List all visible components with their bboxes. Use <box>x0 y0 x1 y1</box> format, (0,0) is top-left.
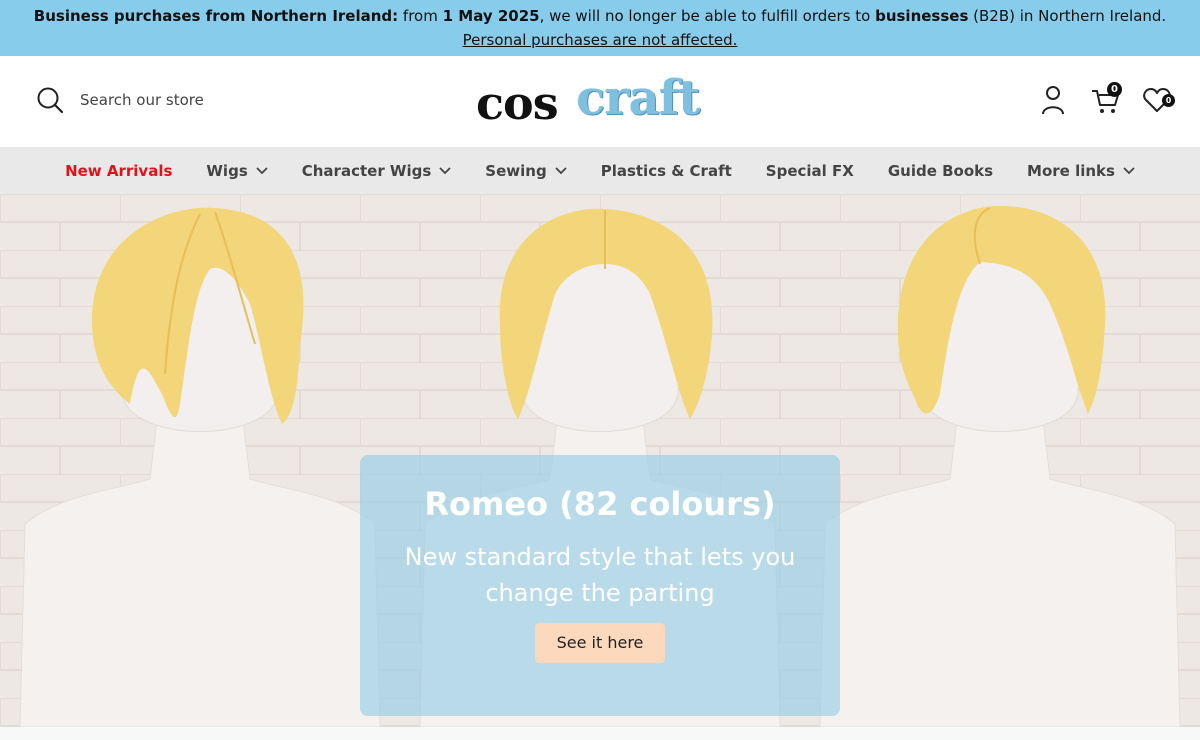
announcement-text-1: from <box>398 7 443 25</box>
header-icons: 0 0 <box>1016 82 1175 116</box>
chevron-down-icon <box>256 166 268 174</box>
wishlist-button[interactable]: 0 <box>1142 84 1175 116</box>
site-logo[interactable]: cos craft <box>476 70 726 132</box>
hero-banner[interactable]: Romeo (82 colours) New standard style th… <box>0 194 1200 727</box>
nav-sewing[interactable]: Sewing <box>485 161 567 180</box>
main-nav: New Arrivals Wigs Character Wigs Sewing … <box>0 147 1200 194</box>
logo-text-cos: cos <box>476 76 559 130</box>
nav-label: Plastics & Craft <box>600 161 732 180</box>
search-input[interactable]: Search our store <box>80 91 204 109</box>
see-it-here-button[interactable]: See it here <box>534 623 666 663</box>
nav-label: Wigs <box>206 161 248 180</box>
search-icon[interactable] <box>36 86 64 114</box>
chevron-down-icon <box>555 166 567 174</box>
nav-new-arrivals[interactable]: New Arrivals <box>65 162 172 180</box>
below-hero-strip <box>0 727 1200 740</box>
mannequin-wig-left <box>19 207 381 727</box>
nav-guide-books[interactable]: Guide Books <box>888 162 993 180</box>
announcement-date: 1 May 2025 <box>442 7 540 25</box>
nav-label: New Arrivals <box>65 161 173 180</box>
nav-character-wigs[interactable]: Character Wigs <box>302 162 452 180</box>
search-bar[interactable]: Search our store <box>36 86 204 114</box>
mannequin-wig-right <box>819 206 1181 727</box>
cart-button[interactable]: 0 <box>1090 82 1122 116</box>
announcement-text-2: , we will no longer be able to fulfill o… <box>539 7 876 25</box>
hero-overlay: Romeo (82 colours) New standard style th… <box>360 455 840 716</box>
chevron-down-icon <box>1123 166 1135 174</box>
account-button[interactable] <box>1038 84 1068 116</box>
logo-text-craft: craft <box>576 70 700 126</box>
nav-label: Special FX <box>765 161 854 180</box>
nav-label: Character Wigs <box>301 161 432 180</box>
announcement-bold-1: Business purchases from Northern Ireland… <box>33 7 399 25</box>
cart-count-badge: 0 <box>1107 82 1122 97</box>
announcement-bold-2: businesses <box>875 7 969 25</box>
account-icon <box>1042 86 1064 115</box>
hero-title: Romeo (82 colours) <box>424 485 776 523</box>
announcement-text-3: (B2B) in Northern Ireland. <box>968 7 1167 25</box>
site-header: Search our store cos craft 0 0 <box>0 56 1200 147</box>
nav-special-fx[interactable]: Special FX <box>766 162 854 180</box>
nav-label: More links <box>1027 161 1115 180</box>
nav-plastics-craft[interactable]: Plastics & Craft <box>601 162 732 180</box>
nav-label: Guide Books <box>887 161 994 180</box>
nav-label: Sewing <box>485 161 547 180</box>
wishlist-count-badge: 0 <box>1162 94 1175 107</box>
hero-subtitle: New standard style that lets you change … <box>404 543 796 607</box>
nav-more-links[interactable]: More links <box>1027 162 1135 180</box>
nav-wigs[interactable]: Wigs <box>206 161 268 180</box>
chevron-down-icon <box>439 166 451 174</box>
announcement-link[interactable]: Personal purchases are not affected. <box>463 31 738 49</box>
announcement-bar: Business purchases from Northern Ireland… <box>0 0 1200 56</box>
